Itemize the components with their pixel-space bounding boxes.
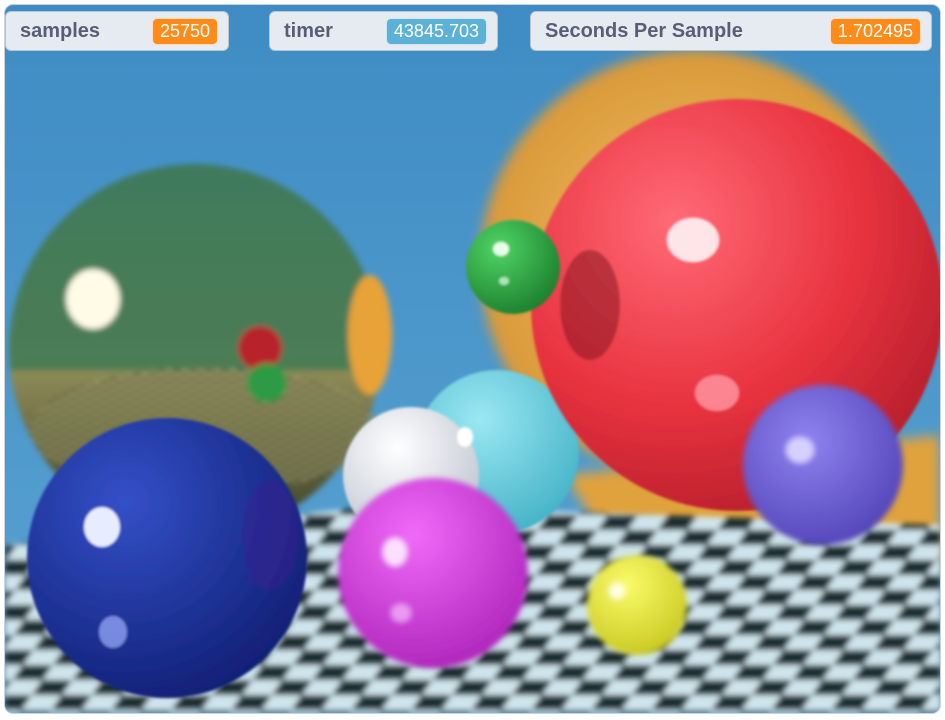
samples-value: 25750 [151,17,218,45]
seconds-per-sample-monitor[interactable]: Seconds Per Sample 1.702495 [530,11,932,51]
samples-label: samples [20,19,101,42]
timer-monitor[interactable]: timer 43845.703 [269,11,498,51]
stage[interactable]: samples 25750 timer 43845.703 Seconds Pe… [4,4,941,714]
seconds-per-sample-label: Seconds Per Sample [545,19,743,42]
raytraced-scene[interactable] [5,5,940,713]
yellow-sphere [587,555,687,655]
violet-sphere [743,385,903,545]
timer-value: 43845.703 [385,17,487,45]
magenta-sphere [338,478,528,668]
timer-label: timer [284,19,333,42]
seconds-per-sample-value: 1.702495 [829,17,921,45]
dark-blue-sphere [27,418,307,698]
green-sphere [466,220,560,314]
samples-monitor[interactable]: samples 25750 [5,11,229,51]
